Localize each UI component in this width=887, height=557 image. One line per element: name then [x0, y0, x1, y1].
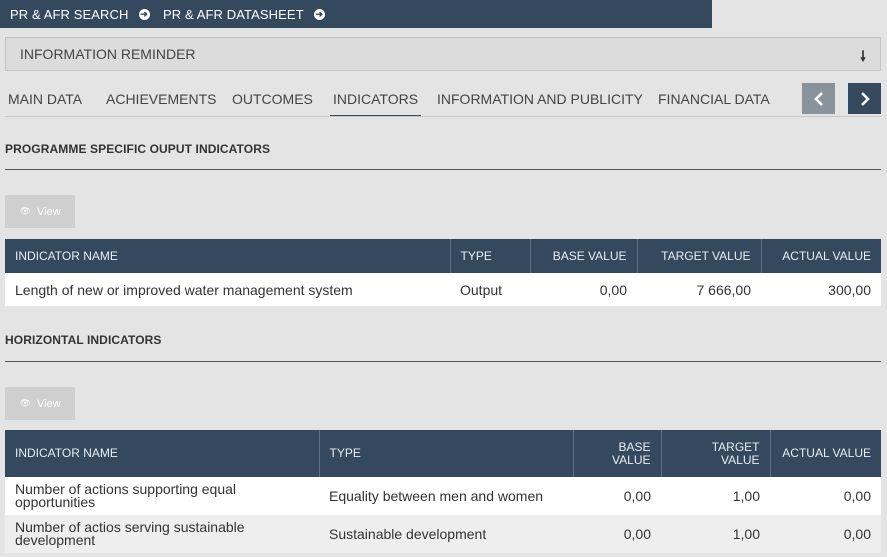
top-nav-bar: PR & AFR SEARCH ➜ PR & AFR DATASHEET ➜	[0, 0, 712, 28]
indicator-name-cell: Length of new or improved water manageme…	[5, 273, 450, 306]
arrow-down-icon: 🠗	[859, 48, 866, 64]
column-header-type[interactable]: TYPE	[450, 239, 531, 273]
pr-afr-datasheet-label: PR & AFR DATASHEET	[163, 6, 304, 22]
eye-icon: 👁	[19, 206, 31, 216]
actual-value-cell: 0,00	[770, 515, 881, 553]
pr-afr-search-label: PR & AFR SEARCH	[10, 6, 129, 22]
column-header-actual-value[interactable]: ACTUAL VALUE	[761, 239, 881, 273]
programme-indicators-title: PROGRAMME SPECIFIC OUPUT INDICATORS	[5, 142, 271, 156]
indicator-name-cell: Number of actions supporting equal oppor…	[5, 477, 319, 515]
base-value-cell: 0,00	[573, 477, 661, 515]
horizontal-view-button[interactable]: 👁 View	[5, 387, 75, 420]
table-row[interactable]: Number of actios serving sustainable dev…	[5, 515, 881, 553]
view-label: View	[36, 397, 61, 410]
tab-outcomes[interactable]: OUTCOMES	[232, 83, 313, 116]
column-header-base-value[interactable]: BASE VALUE	[530, 239, 638, 273]
base-value-cell: 0,00	[530, 273, 637, 306]
column-header-target-value[interactable]: TARGET VALUE	[661, 430, 771, 477]
column-header-target-value[interactable]: TARGET VALUE	[637, 239, 762, 273]
arrow-right-circle-icon: ➜	[313, 8, 325, 20]
actual-value-cell: 300,00	[761, 273, 881, 306]
table-row[interactable]: Length of new or improved water manageme…	[5, 273, 881, 306]
chevron-left-icon	[813, 92, 823, 107]
column-header-indicator-name[interactable]: INDICATOR NAME	[5, 239, 451, 273]
column-header-actual-value[interactable]: ACTUAL VALUE	[770, 430, 881, 477]
tab-main-data[interactable]: MAIN DATA	[8, 83, 82, 116]
horizontal-indicators-table: INDICATOR NAME TYPE BASE VALUE TARGET VA…	[5, 430, 881, 553]
tab-bar: MAIN DATA ACHIEVEMENTS OUTCOMES INDICATO…	[0, 83, 887, 117]
arrow-right-circle-icon: ➜	[138, 8, 150, 20]
target-value-cell: 1,00	[661, 477, 770, 515]
programme-indicators-table: INDICATOR NAME TYPE BASE VALUE TARGET VA…	[5, 239, 881, 306]
programme-view-button[interactable]: 👁 View	[5, 195, 75, 228]
tabs-prev-button[interactable]	[802, 83, 835, 114]
information-reminder-toggle[interactable]: INFORMATION REMINDER 🠗	[5, 37, 881, 71]
pr-afr-search-link[interactable]: PR & AFR SEARCH ➜	[10, 0, 150, 28]
column-header-base-value[interactable]: BASE VALUE	[573, 430, 662, 477]
type-cell: Sustainable development	[319, 515, 573, 553]
tabs-next-button[interactable]	[848, 83, 881, 114]
target-value-cell: 7 666,00	[637, 273, 761, 306]
tab-financial-data[interactable]: FINANCIAL DATA	[658, 83, 770, 116]
table-header-row: INDICATOR NAME TYPE BASE VALUE TARGET VA…	[5, 239, 881, 273]
tab-bar-divider	[5, 116, 881, 117]
section-divider	[5, 169, 881, 170]
column-header-indicator-name[interactable]: INDICATOR NAME	[5, 430, 320, 477]
view-label: View	[36, 205, 61, 218]
section-divider	[5, 361, 881, 362]
base-value-cell: 0,00	[573, 515, 661, 553]
eye-icon: 👁	[19, 398, 31, 408]
actual-value-cell: 0,00	[770, 477, 881, 515]
column-header-type[interactable]: TYPE	[319, 430, 574, 477]
chevron-right-icon	[860, 92, 870, 107]
table-header-row: INDICATOR NAME TYPE BASE VALUE TARGET VA…	[5, 430, 881, 477]
type-cell: Equality between men and women	[319, 477, 573, 515]
target-value-cell: 1,00	[661, 515, 770, 553]
horizontal-indicators-title: HORIZONTAL INDICATORS	[5, 333, 162, 347]
tab-indicators[interactable]: INDICATORS	[330, 83, 422, 116]
type-cell: Output	[450, 273, 530, 306]
information-reminder-label: INFORMATION REMINDER	[20, 46, 196, 62]
indicator-name-cell: Number of actios serving sustainable dev…	[5, 515, 319, 553]
tab-information-and-publicity[interactable]: INFORMATION AND PUBLICITY	[437, 83, 643, 116]
pr-afr-datasheet-link[interactable]: PR & AFR DATASHEET ➜	[163, 0, 325, 28]
table-row[interactable]: Number of actions supporting equal oppor…	[5, 477, 881, 515]
tab-achievements[interactable]: ACHIEVEMENTS	[106, 83, 216, 116]
